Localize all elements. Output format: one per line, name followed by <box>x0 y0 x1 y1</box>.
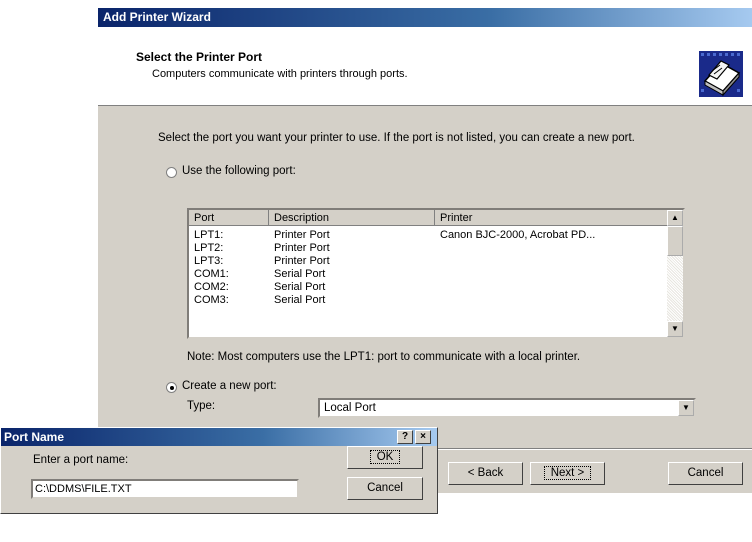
cancel-button[interactable]: Cancel <box>668 462 743 485</box>
port-cell-port: COM3: <box>194 294 229 306</box>
port-list-header: Port Description Printer <box>189 210 671 226</box>
port-cell-description: Printer Port <box>274 255 330 267</box>
port-dialog-title-bar[interactable]: Port Name ? × <box>1 428 437 446</box>
port-type-select[interactable]: Local Port ▼ <box>318 398 696 418</box>
port-cell-port: COM2: <box>194 281 229 293</box>
help-icon[interactable]: ? <box>397 430 413 444</box>
port-cell-port: COM1: <box>194 268 229 280</box>
printer-icon <box>699 51 743 97</box>
port-dialog-cancel-button[interactable]: Cancel <box>347 477 423 500</box>
port-cell-port: LPT3: <box>194 255 224 267</box>
cancel-button-label: Cancel <box>687 467 724 479</box>
wizard-header: Select the Printer Port Computers commun… <box>98 27 752 106</box>
add-printer-wizard-window: Add Printer Wizard Select the Printer Po… <box>97 7 752 493</box>
port-cell-port: LPT1: <box>194 229 224 241</box>
port-type-value: Local Port <box>324 402 376 414</box>
wizard-title-bar[interactable]: Add Printer Wizard <box>98 8 752 27</box>
port-cell-printer <box>435 242 671 255</box>
port-cell-description: Serial Port <box>274 281 326 293</box>
scroll-down-arrow-icon[interactable]: ▼ <box>667 321 683 337</box>
column-header-port[interactable]: Port <box>189 210 269 226</box>
column-header-printer[interactable]: Printer <box>435 210 671 226</box>
port-dialog-title: Port Name <box>4 430 65 444</box>
scroll-thumb[interactable] <box>667 226 683 256</box>
next-button-label: Next > <box>543 466 592 480</box>
ok-button[interactable]: OK <box>347 446 423 469</box>
back-button[interactable]: < Back <box>448 462 523 485</box>
port-cell-printer: Canon BJC-2000, Acrobat PD... <box>440 229 596 241</box>
table-row[interactable]: LPT2: Printer Port <box>189 242 671 255</box>
port-name-input[interactable]: C:\DDMS\FILE.TXT <box>31 479 299 499</box>
port-list-scrollbar[interactable]: ▲ ▼ <box>667 210 683 337</box>
create-new-port-label[interactable]: Create a new port: <box>182 380 277 392</box>
back-button-label: < Back <box>467 467 504 479</box>
port-cell-description: Printer Port <box>274 242 330 254</box>
use-following-port-radio[interactable] <box>166 167 177 178</box>
port-name-dialog: Port Name ? × Enter a port name: C:\DDMS… <box>0 427 438 514</box>
port-cell-port: LPT2: <box>194 242 224 254</box>
close-icon[interactable]: × <box>415 430 431 444</box>
port-cell-printer <box>435 281 671 294</box>
table-row[interactable]: LPT1: Printer Port Canon BJC-2000, Acrobat… <box>189 229 671 242</box>
port-cell-description: Printer Port <box>274 229 330 241</box>
scroll-up-arrow-icon[interactable]: ▲ <box>667 210 683 226</box>
port-cell-printer <box>435 294 671 307</box>
port-cell-description: Serial Port <box>274 294 326 306</box>
port-cell-printer <box>435 255 671 268</box>
page-subtitle: Computers communicate with printers thro… <box>152 68 408 80</box>
port-dialog-cancel-label: Cancel <box>367 482 403 494</box>
chevron-down-icon[interactable]: ▼ <box>678 400 694 416</box>
ok-button-label: OK <box>369 450 401 464</box>
wizard-title: Add Printer Wizard <box>103 10 211 24</box>
column-header-description[interactable]: Description <box>269 210 435 226</box>
use-following-port-label[interactable]: Use the following port: <box>182 165 296 177</box>
type-label: Type: <box>187 400 216 412</box>
create-new-port-radio[interactable] <box>166 382 177 393</box>
instruction-text: Select the port you want your printer to… <box>158 132 635 144</box>
page-title: Select the Printer Port <box>136 50 263 64</box>
lpt1-note: Note: Most computers use the LPT1: port … <box>187 351 581 363</box>
table-row[interactable]: COM1: Serial Port <box>189 268 671 281</box>
table-row[interactable]: COM3: Serial Port <box>189 294 671 307</box>
port-cell-description: Serial Port <box>274 268 326 280</box>
port-list[interactable]: Port Description Printer LPT1: Printer Po… <box>187 208 685 339</box>
table-row[interactable]: LPT3: Printer Port <box>189 255 671 268</box>
port-cell-printer <box>435 268 671 281</box>
port-name-prompt: Enter a port name: <box>33 454 129 466</box>
next-button[interactable]: Next > <box>530 462 605 485</box>
table-row[interactable]: COM2: Serial Port <box>189 281 671 294</box>
